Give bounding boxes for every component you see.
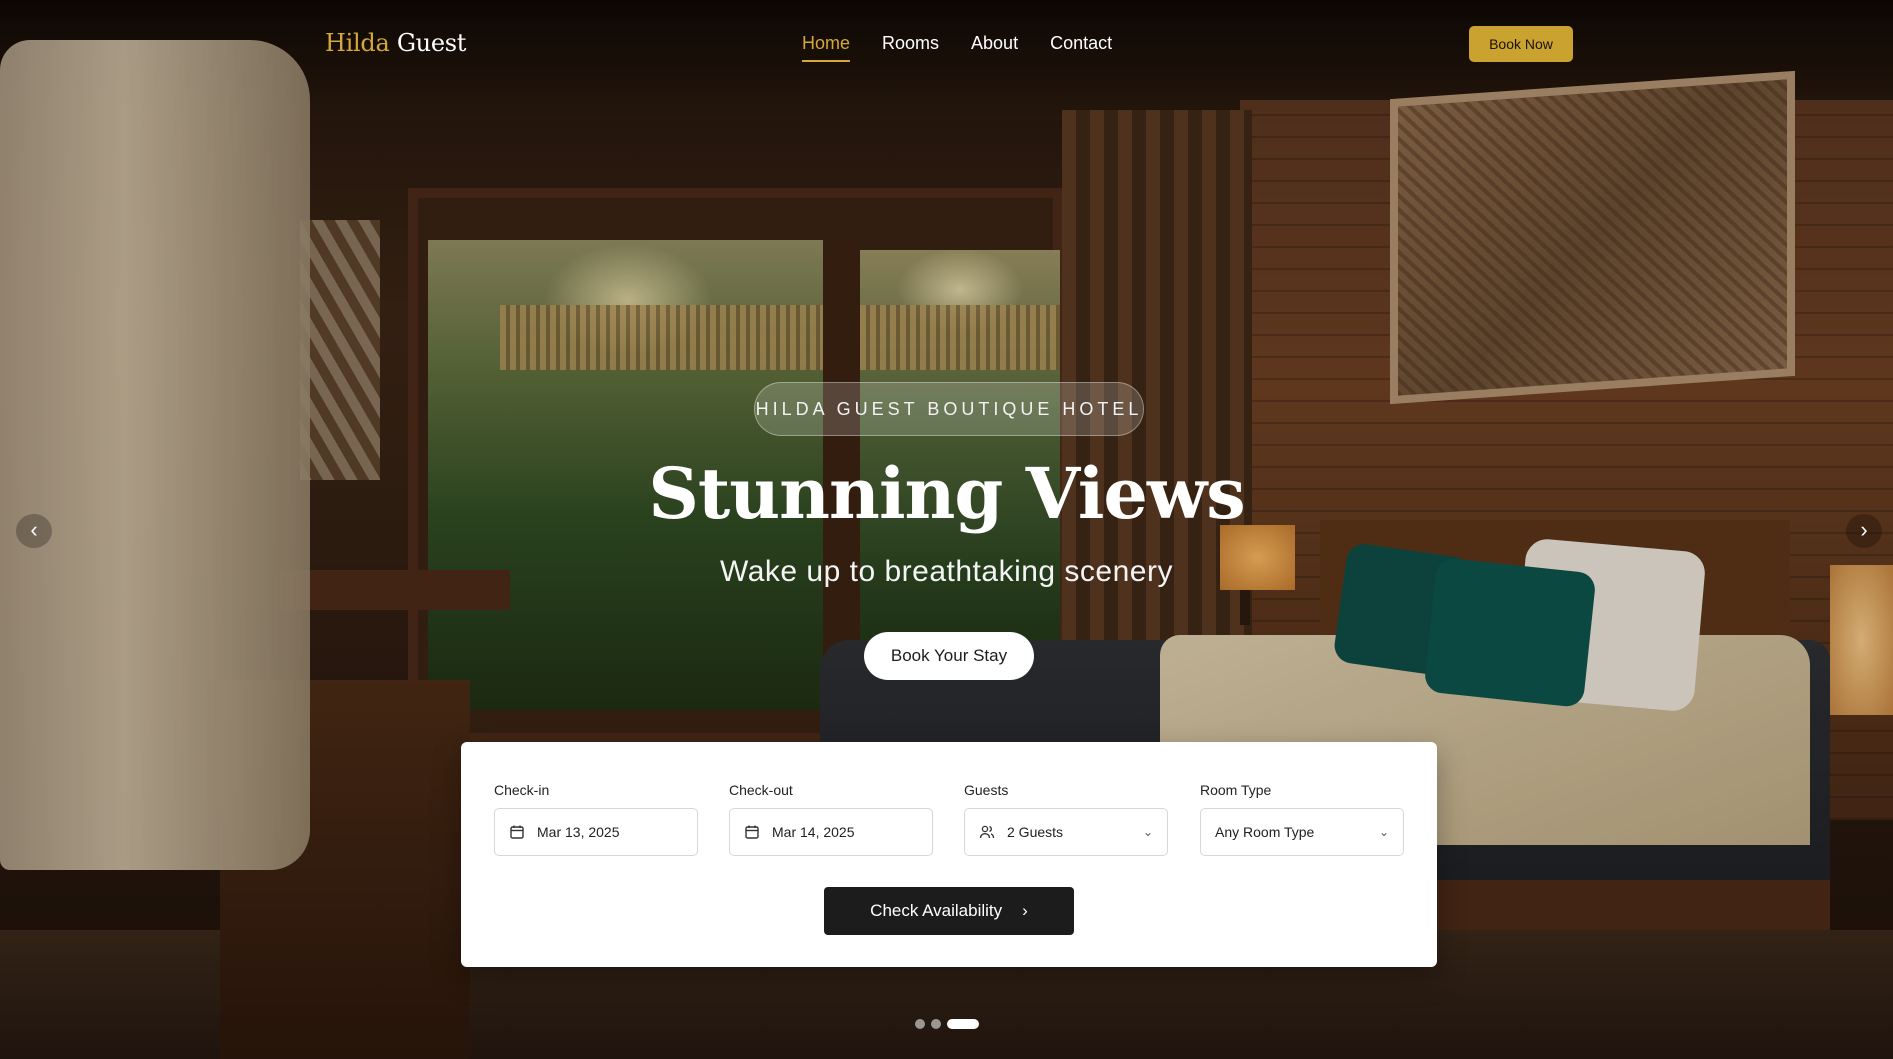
slider-dot-3[interactable]	[947, 1019, 979, 1029]
checkin-value: Mar 13, 2025	[537, 824, 620, 840]
guests-field: Guests 2 Guests ⌄	[964, 782, 1168, 856]
brand-second: Guest	[396, 29, 467, 57]
top-navbar: Hilda Guest Home Rooms About Contact Boo…	[0, 0, 1893, 90]
nav-links: Home Rooms About Contact	[802, 33, 1112, 62]
book-your-stay-button[interactable]: Book Your Stay	[864, 632, 1034, 680]
hero-section: Hilda Guest Home Rooms About Contact Boo…	[0, 0, 1893, 1059]
nav-link-about[interactable]: About	[971, 33, 1018, 60]
calendar-icon	[744, 824, 760, 840]
slider-dot-1[interactable]	[915, 1019, 925, 1029]
hero-tagline: HILDA GUEST BOUTIQUE HOTEL	[754, 382, 1144, 436]
chevron-down-icon: ⌄	[1378, 825, 1389, 839]
guests-value: 2 Guests	[1007, 824, 1064, 840]
chevron-down-icon: ⌄	[1142, 825, 1153, 839]
check-availability-button[interactable]: Check Availability ›	[824, 887, 1074, 935]
chevron-right-icon: ›	[1022, 901, 1028, 920]
checkout-field: Check-out Mar 14, 2025	[729, 782, 933, 856]
hero-headline: Stunning Views	[648, 452, 1245, 535]
checkin-input[interactable]: Mar 13, 2025	[494, 808, 698, 856]
checkout-input[interactable]: Mar 14, 2025	[729, 808, 933, 856]
book-now-button[interactable]: Book Now	[1469, 26, 1573, 62]
guests-label: Guests	[964, 782, 1009, 798]
slider-dot-2[interactable]	[931, 1019, 941, 1029]
brand-logo[interactable]: Hilda Guest	[325, 29, 466, 57]
check-availability-label: Check Availability	[870, 901, 1003, 920]
room-type-value: Any Room Type	[1215, 824, 1315, 840]
checkout-label: Check-out	[729, 782, 793, 798]
users-icon	[979, 824, 995, 840]
hero-subline: Wake up to breathtaking scenery	[720, 555, 1173, 588]
checkin-field: Check-in Mar 13, 2025	[494, 782, 698, 856]
booking-form: Check-in Mar 13, 2025 Check-out Mar 14, …	[461, 742, 1437, 967]
calendar-icon	[509, 824, 525, 840]
checkout-value: Mar 14, 2025	[772, 824, 855, 840]
slider-dots	[915, 1019, 979, 1029]
room-type-field: Room Type Any Room Type ⌄	[1200, 782, 1404, 856]
room-type-label: Room Type	[1200, 782, 1272, 798]
background-lamp-base	[1240, 590, 1250, 625]
nav-link-contact[interactable]: Contact	[1050, 33, 1112, 60]
background-painting	[1390, 70, 1795, 405]
background-mirror	[300, 220, 380, 480]
nav-link-home[interactable]: Home	[802, 33, 851, 62]
checkin-label: Check-in	[494, 782, 550, 798]
room-type-select[interactable]: Any Room Type ⌄	[1200, 808, 1404, 856]
nav-link-rooms[interactable]: Rooms	[882, 33, 939, 60]
background-fence	[500, 305, 1060, 370]
background-cabinet	[220, 680, 470, 1059]
background-headboard	[1320, 520, 1790, 730]
guests-select[interactable]: 2 Guests ⌄	[964, 808, 1168, 856]
brand-first: Hilda	[325, 29, 390, 57]
